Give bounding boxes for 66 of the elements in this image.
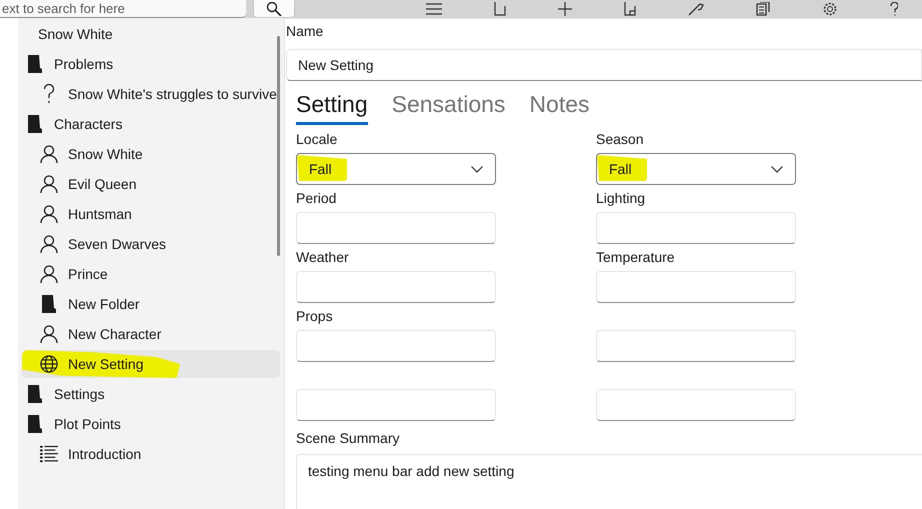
folded-page-icon[interactable]	[624, 2, 636, 16]
tree-item[interactable]: Characters	[22, 110, 280, 138]
question-icon	[43, 84, 55, 104]
folder-icon	[42, 295, 56, 313]
person-icon	[40, 205, 58, 223]
tree-item[interactable]: Seven Dwarves	[22, 230, 280, 258]
folder-icon	[28, 115, 42, 133]
tree-item[interactable]: Prince	[22, 260, 280, 288]
field-label: Props	[296, 307, 334, 326]
chevron-down-icon	[471, 166, 483, 172]
dropdown[interactable]: Fall	[296, 153, 496, 185]
input-field[interactable]	[596, 389, 796, 421]
field-label: Temperature	[596, 248, 676, 267]
field-label: Weather	[296, 248, 350, 267]
folder-icon	[28, 415, 42, 433]
summary-field[interactable]: testing menu bar add new setting	[296, 454, 922, 509]
tree-item[interactable]: Evil Queen	[22, 170, 280, 198]
tree-item[interactable]: New Folder	[22, 290, 280, 318]
chevron-down-icon	[771, 166, 783, 172]
field-label: Lighting	[596, 189, 646, 208]
settings-icon[interactable]	[822, 2, 838, 16]
tree-item[interactable]: Problems	[22, 50, 280, 78]
copy-icon[interactable]	[756, 2, 770, 16]
tree-item[interactable]: New Setting	[22, 350, 280, 378]
globe-icon	[40, 354, 58, 374]
input-field[interactable]	[296, 271, 496, 303]
person-icon	[40, 145, 58, 163]
tree-item[interactable]: Snow White	[22, 20, 280, 48]
input-field[interactable]	[296, 212, 496, 244]
help-icon[interactable]	[890, 2, 898, 16]
field-label: Locale	[296, 130, 338, 149]
dropdown[interactable]: Fall	[596, 153, 796, 185]
plus-icon[interactable]	[558, 2, 572, 16]
tree-item[interactable]: Settings	[22, 380, 280, 408]
list-icon	[40, 445, 58, 463]
person-icon	[40, 325, 58, 343]
input-field[interactable]	[296, 389, 496, 421]
person-icon	[40, 265, 58, 283]
search-icon	[266, 2, 282, 16]
input-field[interactable]	[596, 330, 796, 362]
tab[interactable]: Notes	[529, 90, 590, 125]
person-icon	[40, 235, 58, 253]
tree-item[interactable]: Snow White's struggles to survive	[22, 80, 280, 108]
field-label: Scene Summary	[296, 429, 400, 448]
folder-icon	[28, 385, 42, 403]
input-field[interactable]	[296, 330, 496, 362]
folder-icon	[28, 55, 42, 73]
field-label: Season	[596, 130, 644, 149]
tab[interactable]: Sensations	[392, 90, 506, 125]
tab[interactable]: Setting	[296, 90, 368, 125]
tree-item[interactable]: Snow White	[22, 140, 280, 168]
name-label: Name	[286, 22, 324, 41]
field-label: Period	[296, 189, 338, 208]
search-field[interactable]: ext to search for here	[0, 0, 246, 18]
page-icon[interactable]	[494, 2, 506, 16]
input-field[interactable]	[596, 271, 796, 303]
search-button[interactable]	[253, 0, 295, 18]
scrollbar-thumb[interactable]	[277, 36, 280, 256]
input-field[interactable]	[596, 212, 796, 244]
tree-item[interactable]: Plot Points	[22, 410, 280, 438]
person-icon	[40, 175, 58, 193]
tree-item[interactable]: Introduction	[22, 440, 280, 468]
tree-item[interactable]: New Character	[22, 320, 280, 348]
tree-item[interactable]: Huntsman	[22, 200, 280, 228]
name-field[interactable]: New Setting	[286, 49, 922, 81]
menu-icon[interactable]	[426, 3, 442, 15]
